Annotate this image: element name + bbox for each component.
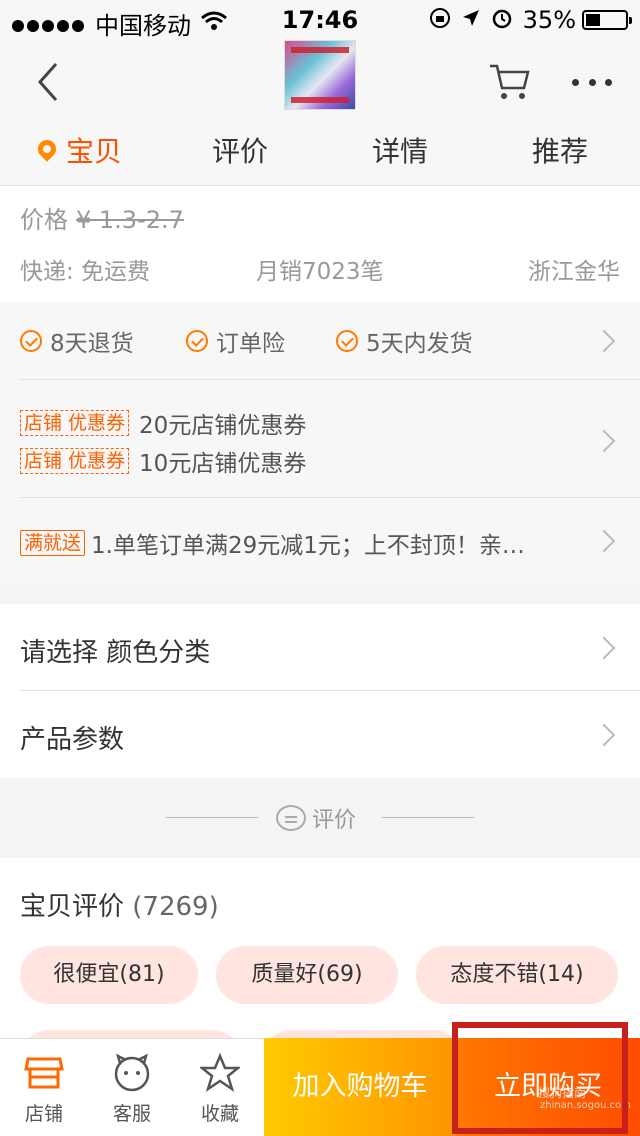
rotation-lock-icon xyxy=(429,7,451,34)
service-label: 8天退货 xyxy=(50,331,134,357)
options-section: 请选择 颜色分类 产品参数 xyxy=(0,604,640,778)
status-bar: 中国移动 17:46 35% xyxy=(0,0,640,40)
service-item: 订单险 xyxy=(186,324,285,358)
select-variant-row[interactable]: 请选择 颜色分类 xyxy=(0,604,640,691)
services-section: 8天退货 订单险 5天内发货 店铺 优惠券 20元店铺优惠券 店铺 优惠券 10元店… xyxy=(0,302,640,584)
tab-item[interactable]: 宝贝 xyxy=(0,124,160,185)
price-block: 价格 ¥ 1.3-2.7 快递: 免运费 月销7023笔 浙江金华 xyxy=(0,186,640,302)
more-button[interactable] xyxy=(572,74,612,90)
service-item: 5天内发货 xyxy=(336,324,473,358)
chevron-right-icon xyxy=(592,723,616,747)
service-label: 5天内发货 xyxy=(366,331,473,357)
coupon-tag: 店铺 优惠券 xyxy=(20,448,130,474)
coupon-tag: 店铺 优惠券 xyxy=(20,410,130,436)
price-label: 价格 xyxy=(20,206,68,234)
comment-icon xyxy=(276,805,306,831)
chevron-right-icon xyxy=(592,429,616,453)
location-pin-icon xyxy=(34,136,60,162)
services-row[interactable]: 8天退货 订单险 5天内发货 xyxy=(0,302,640,380)
promotion-line: 满就送 1.单笔订单满29元减1元；上不封顶！亲… xyxy=(20,526,580,560)
service-label: 订单险 xyxy=(216,331,285,357)
monthly-sales: 月销7023笔 xyxy=(256,259,384,285)
review-tag-chip[interactable]: 质量好(69) xyxy=(216,946,398,1004)
chevron-right-icon xyxy=(592,636,616,660)
service-item: 8天退货 xyxy=(20,324,134,358)
product-params-row[interactable]: 产品参数 xyxy=(0,691,640,778)
price-value: ¥ 1.3-2.7 xyxy=(76,206,184,234)
chevron-right-icon xyxy=(592,529,616,553)
price: 价格 ¥ 1.3-2.7 xyxy=(20,200,184,235)
review-divider-label: 评价 xyxy=(276,802,356,834)
customer-service-label: 客服 xyxy=(112,1103,151,1125)
review-divider: 评价 xyxy=(0,778,640,858)
review-tag-chip[interactable]: 很便宜(81) xyxy=(20,946,198,1004)
ship-location: 浙江金华 xyxy=(528,259,620,285)
favorite-button[interactable]: 收藏 xyxy=(176,1039,264,1136)
divider-line xyxy=(382,817,474,818)
promotion-row[interactable]: 满就送 1.单笔订单满29元减1元；上不封顶！亲… xyxy=(0,498,640,584)
location-arrow-icon xyxy=(461,8,481,33)
promotion-text: 1.单笔订单满29元减1元；上不封顶！亲… xyxy=(91,533,525,559)
chat-face-icon xyxy=(114,1053,150,1092)
promotion-tag: 满就送 xyxy=(20,530,86,556)
product-tabs: 宝贝 评价 详情 推荐 xyxy=(0,124,640,186)
alarm-icon xyxy=(491,7,513,34)
review-tag-chip[interactable]: 态度不错(14) xyxy=(416,946,618,1004)
customer-service-button[interactable]: 客服 xyxy=(88,1039,176,1136)
tab-label: 推荐 xyxy=(531,135,588,168)
battery-icon xyxy=(582,10,632,30)
shop-label: 店铺 xyxy=(24,1103,63,1125)
divider-line xyxy=(166,817,258,818)
check-circle-icon xyxy=(20,330,42,352)
coupon-label: 20元店铺优惠券 xyxy=(139,413,307,439)
cart-button[interactable] xyxy=(488,62,532,102)
watermark-url: zhinan.sogou.com xyxy=(540,1100,632,1111)
back-button[interactable] xyxy=(30,60,70,104)
check-circle-icon xyxy=(336,330,358,352)
tab-label: 详情 xyxy=(371,135,428,168)
shipping-info: 快递: 免运费 xyxy=(20,259,151,285)
product-params-label: 产品参数 xyxy=(20,725,125,755)
reviews-title-text: 宝贝评价 xyxy=(20,892,125,922)
reviews-title[interactable]: 宝贝评价 (7269) xyxy=(20,886,219,923)
battery-percent: 35% xyxy=(522,6,576,34)
star-icon xyxy=(200,1053,240,1092)
favorite-label: 收藏 xyxy=(200,1103,239,1125)
tab-recommend[interactable]: 推荐 xyxy=(480,124,640,185)
cart-icon xyxy=(490,64,530,99)
tab-label: 宝贝 xyxy=(65,135,122,168)
shop-icon xyxy=(24,1057,64,1089)
reviews-count: (7269) xyxy=(132,892,219,922)
select-variant-label: 请选择 颜色分类 xyxy=(20,638,211,668)
more-icon xyxy=(572,78,579,86)
coupons-row[interactable]: 店铺 优惠券 20元店铺优惠券 店铺 优惠券 10元店铺优惠券 xyxy=(0,380,640,498)
chevron-left-icon xyxy=(37,63,58,101)
check-circle-icon xyxy=(186,330,208,352)
product-thumbnail[interactable] xyxy=(284,40,356,110)
status-right: 35% xyxy=(429,6,632,34)
add-to-cart-button[interactable]: 加入购物车 xyxy=(264,1038,456,1136)
nav-bar xyxy=(0,40,640,124)
coupon-label: 10元店铺优惠券 xyxy=(139,451,307,477)
chevron-right-icon xyxy=(592,329,616,353)
coupon-item: 店铺 优惠券 20元店铺优惠券 xyxy=(20,406,306,440)
coupon-item: 店铺 优惠券 10元店铺优惠券 xyxy=(20,444,306,478)
watermark-text: 搜狗指南 xyxy=(538,1086,587,1100)
review-divider-text: 评价 xyxy=(312,808,357,833)
tab-label: 评价 xyxy=(211,135,268,168)
tab-reviews[interactable]: 评价 xyxy=(160,124,320,185)
tab-details[interactable]: 详情 xyxy=(320,124,480,185)
shop-button[interactable]: 店铺 xyxy=(0,1039,88,1136)
